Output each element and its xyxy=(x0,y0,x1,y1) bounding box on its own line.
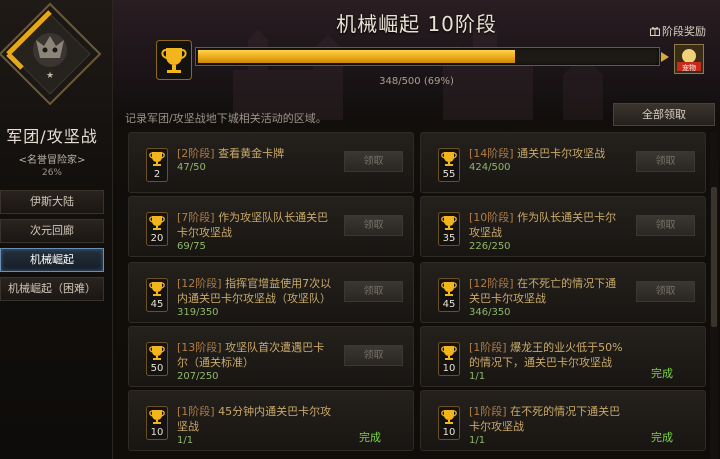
section-description: 记录军团/攻坚战地下城相关活动的区域。 xyxy=(125,112,327,125)
reward-pet-icon[interactable]: 宠物 xyxy=(674,44,704,74)
achievement-card: 2 [2阶段] 查看黄金卡牌 47/50 领取 xyxy=(128,132,414,193)
achievement-name: [12阶段] 在不死亡的情况下通关巴卡尔攻坚战 xyxy=(469,276,627,306)
claim-button[interactable]: 领取 xyxy=(636,215,695,236)
complete-label: 完成 xyxy=(651,431,673,444)
achievement-stage: [2阶段] xyxy=(177,147,215,160)
achievement-points: 45 xyxy=(442,299,456,310)
emblem-icon: ★ xyxy=(0,2,102,106)
achievement-card: 20 [7阶段] 作为攻坚队队长通关巴卡尔攻坚战 69/75 领取 xyxy=(128,196,414,257)
sidebar-item-label: 机械崛起（困难） xyxy=(8,282,96,295)
achievement-name: [7阶段] 作为攻坚队队长通关巴卡尔攻坚战 xyxy=(177,210,335,240)
scrollbar-thumb[interactable] xyxy=(711,187,717,327)
achievement-progress: 346/350 xyxy=(469,307,511,318)
complete-label: 完成 xyxy=(651,367,673,380)
achievement-points: 10 xyxy=(442,427,456,438)
achievement-stage: [1阶段] xyxy=(469,341,507,354)
achievement-stage: [12阶段] xyxy=(469,277,514,290)
stage-progress-text: 348/500 (69%) xyxy=(379,76,454,87)
achievement-stage: [12阶段] xyxy=(177,277,222,290)
achievement-card: 10 [1阶段] 45分钟内通关巴卡尔攻坚战 1/1 完成 xyxy=(128,390,414,451)
sidebar-item-dimension-corridor[interactable]: 次元回廊 xyxy=(0,219,104,243)
achievement-points: 20 xyxy=(150,233,164,244)
achievement-points: 55 xyxy=(442,169,456,180)
achievement-progress: 226/250 xyxy=(469,241,511,252)
claim-button[interactable]: 领取 xyxy=(344,345,403,366)
achievement-name: [14阶段] 通关巴卡尔攻坚战 xyxy=(469,146,627,161)
achievement-points: 35 xyxy=(442,233,456,244)
achievement-progress: 207/250 xyxy=(177,371,219,382)
claim-button[interactable]: 领取 xyxy=(344,215,403,236)
scrollbar[interactable] xyxy=(710,132,718,459)
sidebar: ★ 军团/攻坚战 <名誉冒险家> 26% 伊斯大陆 次元回廊 机械崛起 机械崛起… xyxy=(0,0,113,459)
achievement-name: [12阶段] 指挥官增益使用7次以内通关巴卡尔攻坚战（攻坚队） xyxy=(177,276,335,306)
stage-progress-bar xyxy=(195,47,660,66)
achievement-points: 10 xyxy=(150,427,164,438)
achievement-card: 45 [12阶段] 指挥官增益使用7次以内通关巴卡尔攻坚战（攻坚队） 319/350… xyxy=(128,262,414,323)
claim-button[interactable]: 领取 xyxy=(636,151,695,172)
achievement-points: 2 xyxy=(153,169,161,180)
achievement-name: [1阶段] 在不死的情况下通关巴卡尔攻坚战 xyxy=(469,404,627,434)
stage-progress-fill xyxy=(198,50,515,63)
stage-reward-label: 阶段奖励 xyxy=(662,25,706,38)
claim-button[interactable]: 领取 xyxy=(636,281,695,302)
achievement-card: 45 [12阶段] 在不死亡的情况下通关巴卡尔攻坚战 346/350 领取 xyxy=(420,262,706,323)
achievement-card: 10 [1阶段] 爆龙王的业火低于50%的情况下，通关巴卡尔攻坚战 1/1 完成 xyxy=(420,326,706,387)
arrow-right-icon xyxy=(661,52,669,62)
achievement-progress: 319/350 xyxy=(177,307,219,318)
sidebar-item-label: 伊斯大陆 xyxy=(30,195,74,208)
reward-pet-art: 宠物 xyxy=(675,45,703,73)
claim-button[interactable]: 领取 xyxy=(344,281,403,302)
page-title: 机械崛起 10阶段 xyxy=(336,12,497,36)
achievement-name: [1阶段] 爆龙王的业火低于50%的情况下，通关巴卡尔攻坚战 xyxy=(469,340,627,370)
achievement-progress: 424/500 xyxy=(469,162,511,173)
achievement-card: 10 [1阶段] 在不死的情况下通关巴卡尔攻坚战 1/1 完成 xyxy=(420,390,706,451)
achievement-points: 45 xyxy=(150,299,164,310)
achievement-stage: [7阶段] xyxy=(177,211,215,224)
achievement-stage: [1阶段] xyxy=(177,405,215,418)
complete-label: 完成 xyxy=(359,431,381,444)
achievement-progress: 69/75 xyxy=(177,241,206,252)
sidebar-title: 军团/攻坚战 xyxy=(6,127,98,146)
achievement-card: 35 [10阶段] 作为队长通关巴卡尔攻坚战 226/250 领取 xyxy=(420,196,706,257)
achievement-points: 10 xyxy=(442,363,456,374)
sidebar-item-isle[interactable]: 伊斯大陆 xyxy=(0,190,104,214)
achievement-name: [10阶段] 作为队长通关巴卡尔攻坚战 xyxy=(469,210,627,240)
claim-all-button[interactable]: 全部领取 xyxy=(613,103,715,126)
achievement-progress: 1/1 xyxy=(177,435,194,446)
sidebar-item-label: 次元回廊 xyxy=(30,224,74,237)
achievement-name: [1阶段] 45分钟内通关巴卡尔攻坚战 xyxy=(177,404,335,434)
achievement-panel: 机械崛起 10阶段 阶段奖励 宠物 348/500 (69%) 记录军团/攻坚战… xyxy=(113,0,720,459)
sidebar-rank: <名誉冒险家> xyxy=(18,155,86,166)
sidebar-nav: 伊斯大陆 次元回廊 机械崛起 机械崛起（困难） xyxy=(0,190,104,306)
achievement-card: 55 [14阶段] 通关巴卡尔攻坚战 424/500 领取 xyxy=(420,132,706,193)
sidebar-item-mechanical-rise-hard[interactable]: 机械崛起（困难） xyxy=(0,277,104,301)
gift-icon xyxy=(650,27,660,36)
svg-text:★: ★ xyxy=(46,71,54,81)
achievement-points: 50 xyxy=(150,363,164,374)
reward-pet-label: 宠物 xyxy=(682,63,696,72)
achievement-text: 通关巴卡尔攻坚战 xyxy=(517,147,606,160)
achievement-progress: 1/1 xyxy=(469,371,486,382)
achievement-name: [2阶段] 查看黄金卡牌 xyxy=(177,146,335,161)
achievement-text: 查看黄金卡牌 xyxy=(218,147,285,160)
sidebar-percent: 26% xyxy=(41,168,62,178)
achievement-stage: [14阶段] xyxy=(469,147,514,160)
achievement-stage: [1阶段] xyxy=(469,405,507,418)
achievement-stage: [10阶段] xyxy=(469,211,514,224)
stage-reward-link[interactable]: 阶段奖励 xyxy=(650,23,706,39)
achievement-name: [13阶段] 攻坚队首次遭遇巴卡尔（通关标准） xyxy=(177,340,335,370)
sidebar-item-mechanical-rise[interactable]: 机械崛起 xyxy=(0,248,104,272)
trophy-icon xyxy=(156,40,192,80)
achievement-card: 50 [13阶段] 攻坚队首次遭遇巴卡尔（通关标准） 207/250 领取 xyxy=(128,326,414,387)
achievement-progress: 1/1 xyxy=(469,435,486,446)
claim-button[interactable]: 领取 xyxy=(344,151,403,172)
achievement-stage: [13阶段] xyxy=(177,341,222,354)
achievement-progress: 47/50 xyxy=(177,162,206,173)
sidebar-item-label: 机械崛起 xyxy=(30,253,74,266)
